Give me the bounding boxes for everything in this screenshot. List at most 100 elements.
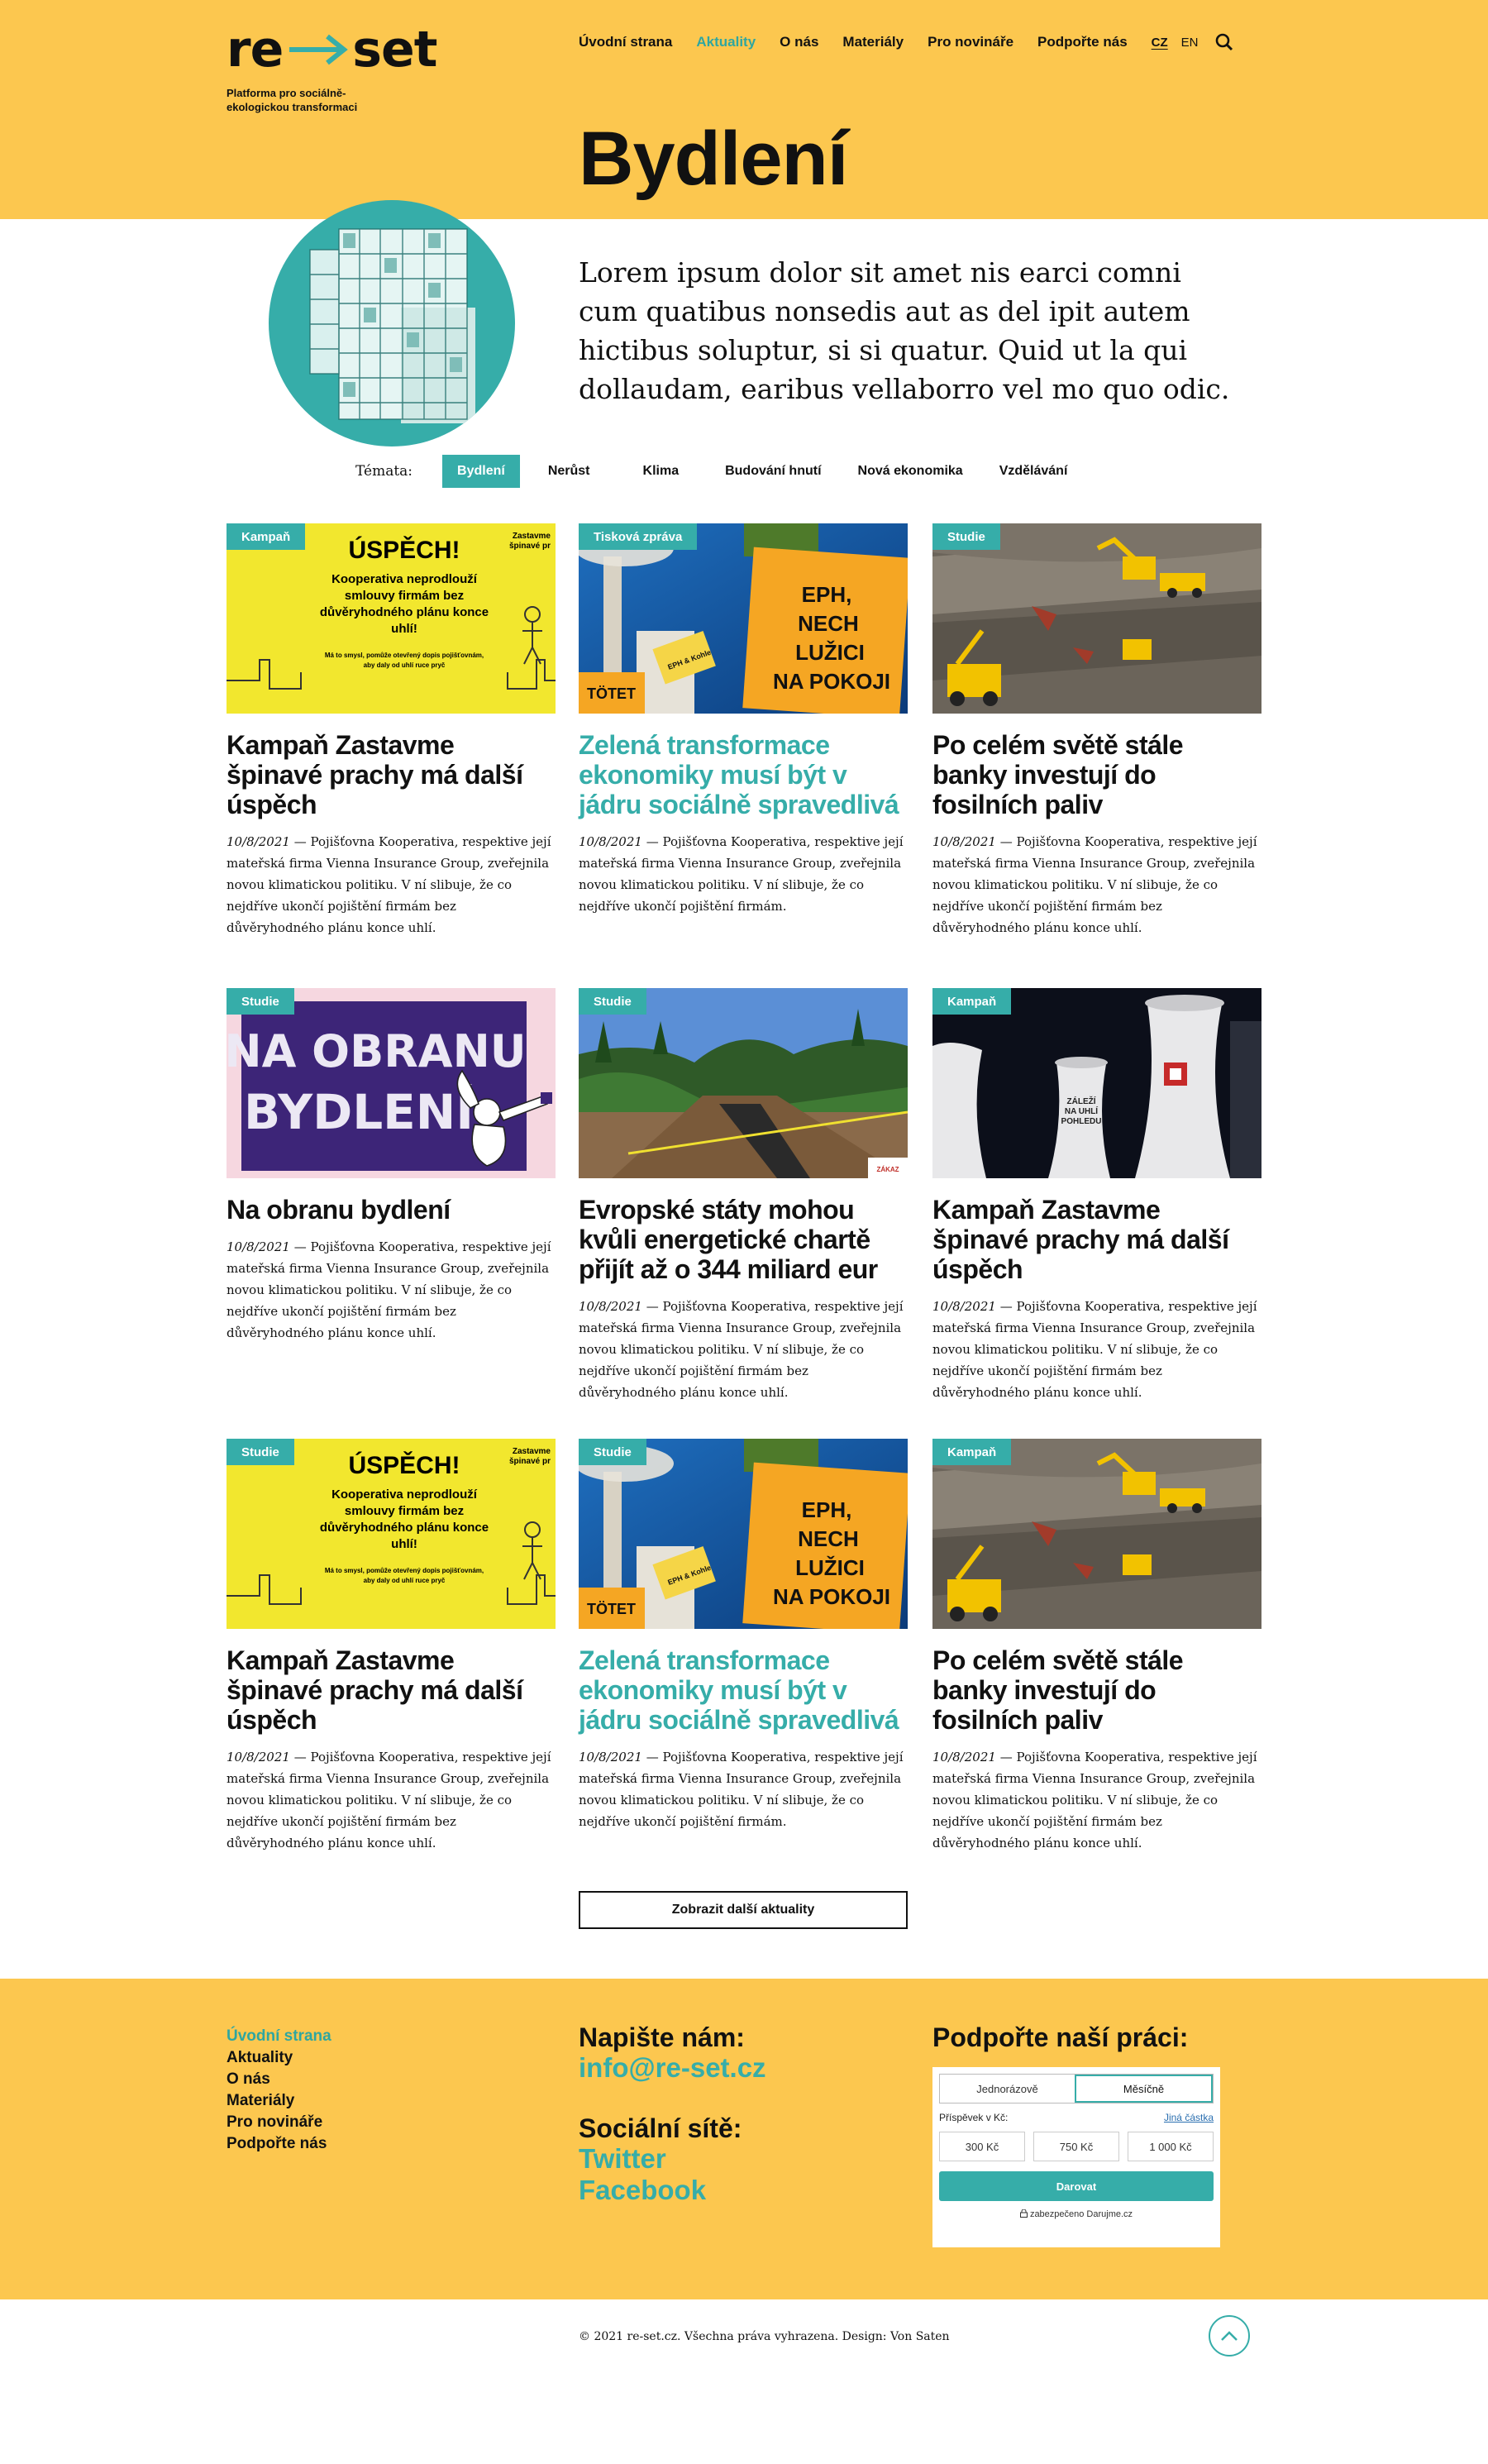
article-image[interactable]: EPH, NECH LUŽICI NA POKOJI TÖTET EPH & K… [579,1439,908,1629]
footer-link-home[interactable]: Úvodní strana [227,2026,331,2047]
article-card[interactable]: EPH, NECH LUŽICI NA POKOJI TÖTET EPH & K… [579,1439,908,1832]
filter-chip-klima[interactable]: Klima [618,455,704,488]
category-badge: Kampaň [932,988,1012,1015]
nav-item-about[interactable]: O nás [780,34,818,50]
category-badge: Kampaň [227,523,306,550]
contribution-label: Příspěvek v Kč: [939,2112,1009,2123]
search-icon[interactable] [1215,33,1233,51]
poster-small: Má to smysl, pomůže otevřený dopis pojiš… [325,652,484,659]
article-title[interactable]: Po celém světě stále banky investují do … [932,730,1261,819]
article-image[interactable]: ÚSPĚCH! Kooperativa neprodlouží smlouvy … [227,523,556,714]
article-title[interactable]: Evropské státy mohou kvůli energetické c… [579,1195,908,1284]
article-date: 10/8/2021 [227,1750,290,1764]
article-image[interactable]: ÚSPĚCH! Kooperativa neprodlouží smlouvy … [227,1439,556,1629]
article-excerpt-text: — Pojišťovna Kooperativa, respektive jej… [227,1750,551,1850]
load-more-button[interactable]: Zobrazit další aktuality [579,1891,908,1929]
article-excerpt-text: — Pojišťovna Kooperativa, respektive jej… [932,834,1257,935]
article-card[interactable]: ZÁLEŽÍ NA UHLÍ POHLEDU Kampaň Kampaň Zas… [932,988,1261,1403]
category-badge: Studie [227,988,294,1015]
footer-link-press[interactable]: Pro novináře [227,2112,331,2133]
article-title[interactable]: Zelená transformace ekonomiky musí být v… [579,1645,908,1735]
footer-contact: Napište nám: info@re-set.cz Sociální sít… [579,2022,766,2206]
article-image[interactable]: NA OBRANU BYDLENÍ Studie [227,988,556,1178]
article-image[interactable]: Kampaň [932,1439,1261,1629]
poster-title: ÚSPĚCH! [348,1451,460,1479]
category-badge: Studie [579,988,646,1015]
footer-link-news[interactable]: Aktuality [227,2047,331,2069]
article-title[interactable]: Po celém světě stále banky investují do … [932,1645,1261,1735]
lang-en[interactable]: EN [1181,36,1199,50]
nav-item-news[interactable]: Aktuality [696,34,756,50]
article-card[interactable]: ÚSPĚCH! Kooperativa neprodlouží smlouvy … [227,1439,556,1854]
category-badge: Studie [579,1439,646,1465]
article-image[interactable]: EPH, NECH LUŽICI NA POKOJI TÖTET EPH & K… [579,523,908,714]
article-card[interactable]: Studie Po celém světě stále banky invest… [932,523,1261,938]
article-card[interactable]: Kampaň Po celém světě stále banky invest… [932,1439,1261,1854]
social-heading: Sociální sítě: [579,2113,742,2143]
article-date: 10/8/2021 [227,1239,290,1254]
footer-link-about[interactable]: O nás [227,2069,331,2090]
article-excerpt-text: — Pojišťovna Kooperativa, respektive jej… [932,1750,1257,1850]
category-badge: Kampaň [932,1439,1012,1465]
footer-link-support[interactable]: Podpořte nás [227,2133,331,2155]
poster-small: aby daly od uhlí ruce pryč [364,1577,446,1584]
article-card[interactable]: ÚSPĚCH! Kooperativa neprodlouží smlouvy … [227,523,556,938]
article-image[interactable]: ZÁLEŽÍ NA UHLÍ POHLEDU Kampaň [932,988,1261,1178]
nav-item-press[interactable]: Pro novináře [928,34,1013,50]
poster-line: důvěryhodného plánu konce [320,605,489,619]
filter-chip-nerust[interactable]: Nerůst [527,455,612,488]
poster-line: smlouvy firmám bez [345,1504,464,1518]
article-excerpt: 10/8/2021 — Pojišťovna Kooperativa, resp… [932,1746,1261,1854]
article-title[interactable]: Kampaň Zastavme špinavé prachy má další … [227,730,556,819]
category-badge: Tisková zpráva [579,523,698,550]
article-title[interactable]: Kampaň Zastavme špinavé prachy má další … [227,1645,556,1735]
hero-illustration [269,200,515,446]
amount-option-1000[interactable]: 1 000 Kč [1128,2132,1214,2161]
facebook-link[interactable]: Facebook [579,2175,766,2206]
back-to-top-button[interactable] [1209,2315,1250,2357]
filter-chip-vzdelavani[interactable]: Vzdělávání [985,455,1083,488]
donate-tab-monthly[interactable]: Měsíčně [1075,2075,1213,2103]
poster-line: smlouvy firmám bez [345,589,464,603]
poster-small: Má to smysl, pomůže otevřený dopis pojiš… [325,1567,484,1574]
twitter-link[interactable]: Twitter [579,2143,766,2175]
lang-cz[interactable]: CZ [1152,36,1168,50]
filter-chip-bydleni[interactable]: Bydlení [442,455,520,488]
book-title: BYDLENÍ [244,1083,474,1140]
article-title[interactable]: Zelená transformace ekonomiky musí být v… [579,730,908,819]
nav-item-materials[interactable]: Materiály [842,34,904,50]
footer-link-materials[interactable]: Materiály [227,2090,331,2112]
article-card[interactable]: ZÁKAZ Studie Evropské státy mohou kvůli … [579,988,908,1403]
sign-line: LUŽICI [795,640,865,665]
amount-option-300[interactable]: 300 Kč [939,2132,1025,2161]
article-card[interactable]: NA OBRANU BYDLENÍ Studie Na obranu bydle… [227,988,556,1344]
nav-item-support[interactable]: Podpořte nás [1037,34,1128,50]
other-amount-link[interactable]: Jiná částka [1164,2112,1214,2123]
article-image[interactable]: ZÁKAZ Studie [579,988,908,1178]
tower-banner: ZÁLEŽÍ [1067,1096,1096,1106]
article-title[interactable]: Na obranu bydlení [227,1195,556,1225]
article-excerpt-text: — Pojišťovna Kooperativa, respektive jej… [227,1239,551,1340]
donate-button[interactable]: Darovat [939,2171,1214,2201]
article-excerpt-text: — Pojišťovna Kooperativa, respektive jej… [227,834,551,935]
filter-chip-budovani-hnuti[interactable]: Budování hnutí [710,455,836,488]
article-card[interactable]: EPH, NECH LUŽICI NA POKOJI TÖTET EPH & K… [579,523,908,917]
filters-label: Témata: [355,463,413,480]
poster-line: uhlí! [391,1537,417,1551]
email-link[interactable]: info@re-set.cz [579,2052,766,2084]
secured-note: zabezpečeno Darujme.cz [939,2209,1214,2219]
logo-wordmark: re set [227,21,437,79]
article-date: 10/8/2021 [932,1750,996,1764]
article-image[interactable]: Studie [932,523,1261,714]
sign-line: EPH, [802,1497,852,1522]
logo[interactable]: re set Platforma pro sociálně-ekologicko… [227,21,437,114]
article-excerpt: 10/8/2021 — Pojišťovna Kooperativa, resp… [932,831,1261,938]
secured-text: zabezpečeno Darujme.cz [1029,2209,1133,2219]
nav-item-home[interactable]: Úvodní strana [579,34,672,50]
support-heading: Podpořte naší práci: [932,2022,1189,2052]
article-title[interactable]: Kampaň Zastavme špinavé prachy má další … [932,1195,1261,1284]
filter-chip-nova-ekonomika[interactable]: Nová ekonomika [843,455,978,488]
article-excerpt: 10/8/2021 — Pojišťovna Kooperativa, resp… [227,1746,556,1854]
donate-tab-once[interactable]: Jednorázově [940,2075,1075,2103]
amount-option-750[interactable]: 750 Kč [1033,2132,1119,2161]
